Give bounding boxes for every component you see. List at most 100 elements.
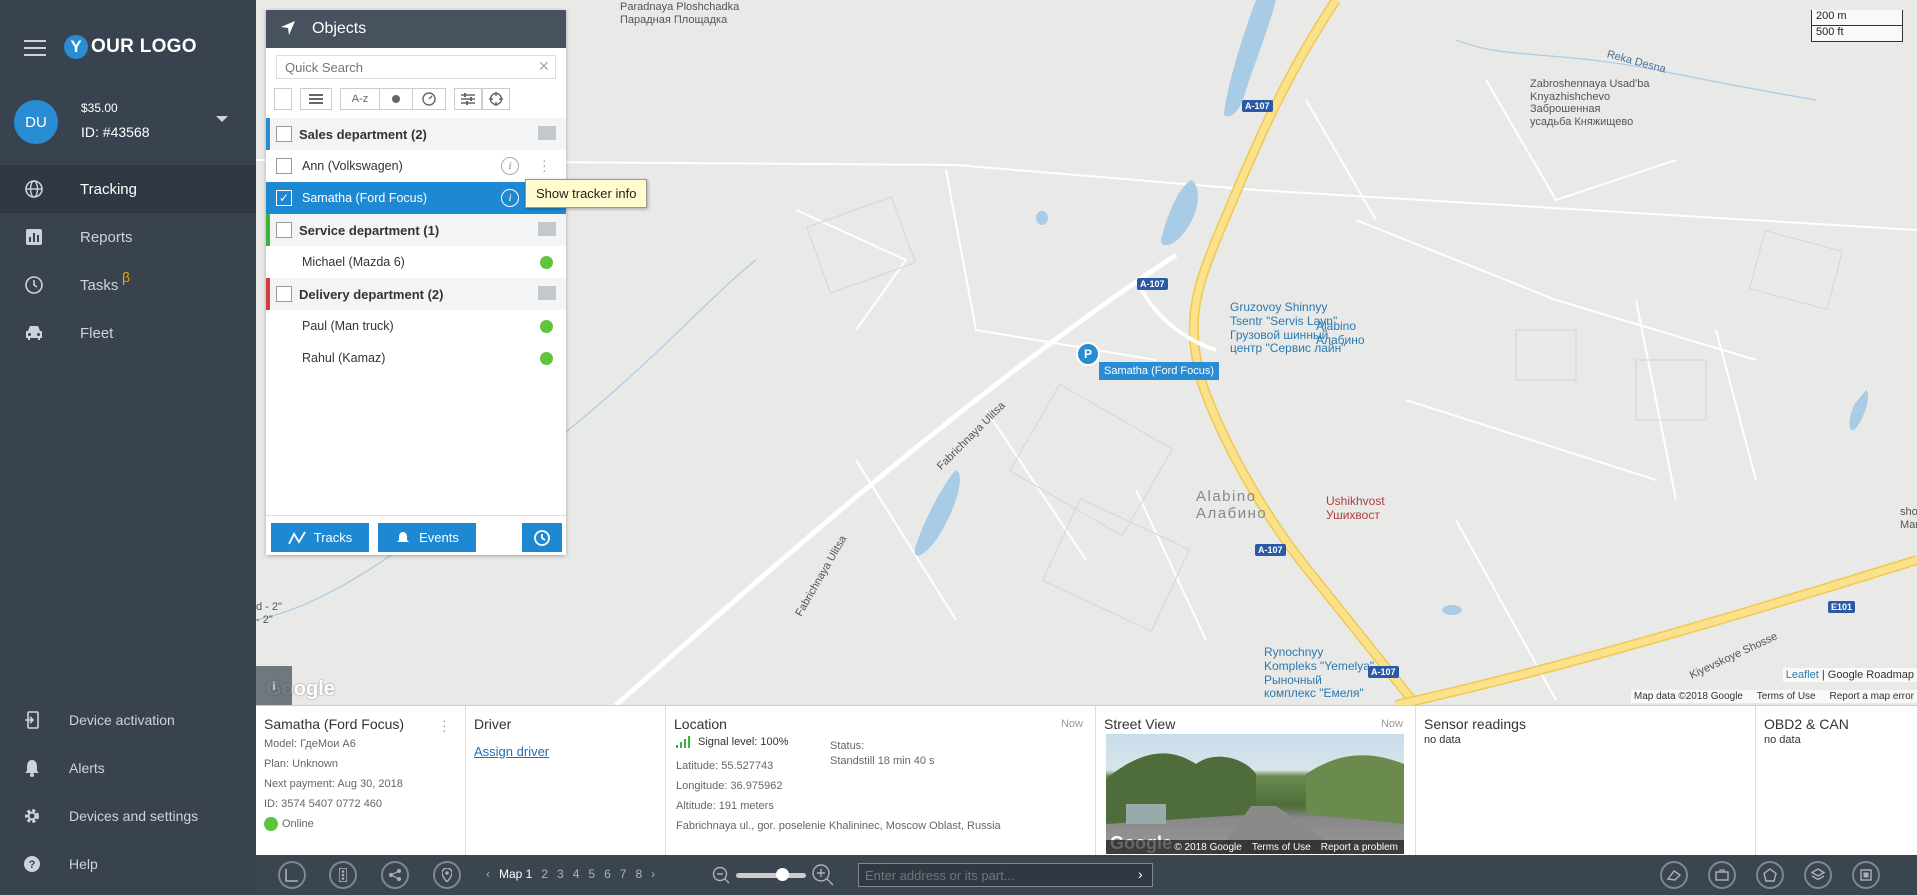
object-row-rahul[interactable]: Rahul (Kamaz) (266, 342, 566, 374)
obd-value: no data (1764, 734, 1801, 746)
layers-icon[interactable] (1804, 861, 1832, 889)
nav-item-device-activation[interactable]: Device activation (0, 700, 256, 740)
pager-prev-icon[interactable]: ‹ (486, 867, 490, 881)
pager-current[interactable]: Map 1 (499, 867, 532, 881)
nav-item-tasks[interactable]: Tasks β (0, 261, 256, 309)
obd-title: OBD2 & CAN (1764, 716, 1849, 732)
altitude: Altitude: 191 meters (676, 800, 774, 812)
more-vertical-icon[interactable]: · · · (542, 153, 547, 177)
pager-page[interactable]: 3 (557, 867, 564, 881)
close-icon[interactable]: ✕ (538, 58, 550, 75)
street-view-image[interactable]: Google © 2018 Google Terms of Use Report… (1106, 734, 1404, 854)
reports-icon (24, 227, 44, 247)
street-view-report-link[interactable]: Report a problem (1321, 842, 1398, 853)
nav-item-devices-settings[interactable]: Devices and settings (0, 796, 256, 836)
list-view-icon[interactable] (300, 88, 332, 110)
group-checkbox[interactable] (276, 286, 292, 302)
select-all-checkbox[interactable] (274, 88, 292, 110)
object-checkbox[interactable] (276, 158, 292, 174)
nav-item-alerts[interactable]: Alerts (0, 748, 256, 788)
ruler-icon[interactable] (278, 861, 306, 889)
pager-page[interactable]: 8 (635, 867, 642, 881)
crosshair-icon[interactable] (482, 88, 510, 110)
logo: Y OUR LOGO (64, 35, 197, 59)
device-activation-icon (22, 710, 42, 730)
group-row-service[interactable]: Service department (1) (266, 214, 566, 246)
leaflet-link[interactable]: Leaflet (1786, 669, 1819, 681)
pentagon-icon[interactable] (1756, 861, 1784, 889)
group-menu-icon[interactable] (538, 286, 556, 300)
nav-item-tracking[interactable]: Tracking (0, 165, 256, 213)
zoom-slider-handle[interactable] (776, 868, 789, 881)
longitude: Longitude: 36.975962 (676, 780, 783, 792)
group-checkbox[interactable] (276, 222, 292, 238)
location-pin-icon[interactable] (433, 861, 461, 889)
tracks-button[interactable]: Tracks (271, 523, 369, 552)
group-row-sales[interactable]: Sales department (2) (266, 118, 566, 150)
status-value: Standstill 18 min 40 s (830, 755, 935, 767)
group-row-delivery[interactable]: Delivery department (2) (266, 278, 566, 310)
location-now: Now (1060, 718, 1083, 730)
nav-item-fleet[interactable]: Fleet (0, 309, 256, 357)
share-icon[interactable] (381, 861, 409, 889)
tooltip-show-tracker-info: Show tracker info (525, 179, 648, 208)
online-status-dot (540, 256, 553, 269)
sort-status-icon[interactable] (379, 88, 413, 110)
group-menu-icon[interactable] (538, 126, 556, 140)
briefcase-icon[interactable] (1708, 861, 1736, 889)
tracker-id: ID: 3574 5407 0772 460 (264, 798, 383, 810)
parking-marker[interactable]: P (1076, 342, 1100, 366)
fullscreen-icon[interactable] (1852, 861, 1880, 889)
group-checkbox[interactable] (276, 126, 292, 142)
map-terms-link[interactable]: Terms of Use (1757, 691, 1816, 702)
sensor-readings-title: Sensor readings (1424, 716, 1526, 732)
scale-meters: 200 m (1811, 10, 1903, 26)
filter-settings-icon[interactable] (454, 88, 482, 110)
pager-page[interactable]: 4 (573, 867, 580, 881)
user-menu-chevron-down-icon[interactable] (216, 116, 228, 122)
assign-driver-link[interactable]: Assign driver (474, 744, 549, 759)
map-label-ushikhvost: Ushikhvost Ушихвост (1326, 494, 1385, 522)
tracker-map-label[interactable]: Samatha (Ford Focus) (1099, 362, 1220, 380)
object-checkbox-checked[interactable]: ✓ (276, 190, 292, 206)
street-view-terms-link[interactable]: Terms of Use (1252, 842, 1311, 853)
nav-item-help[interactable]: ? Help (0, 844, 256, 884)
eraser-icon[interactable] (1660, 861, 1688, 889)
chevron-right-icon[interactable]: › (1138, 866, 1143, 882)
pager-page[interactable]: 5 (588, 867, 595, 881)
info-icon[interactable]: i (501, 157, 519, 175)
traffic-light-icon[interactable] (329, 861, 357, 889)
avatar[interactable]: DU (14, 100, 58, 144)
history-icon[interactable] (522, 523, 562, 552)
nav-label: Reports (80, 228, 133, 246)
group-color-bar (266, 214, 270, 246)
pager-next-icon[interactable]: › (651, 867, 655, 881)
object-row-samatha[interactable]: ✓ Samatha (Ford Focus) i (266, 182, 566, 214)
map-info-icon[interactable]: i (256, 666, 292, 705)
more-vertical-icon[interactable]: · · · (442, 713, 447, 737)
sort-speed-icon[interactable] (412, 88, 446, 110)
pager-page[interactable]: 7 (620, 867, 627, 881)
zoom-slider[interactable] (736, 873, 806, 878)
beta-badge: β (122, 269, 131, 285)
object-row-michael[interactable]: Michael (Mazda 6) (266, 246, 566, 278)
info-icon[interactable]: i (501, 189, 519, 207)
map-label-ploshchadka: Paradnaya Ploshchadka Парадная Площадка (620, 1, 740, 26)
pager-page[interactable]: 2 (541, 867, 548, 881)
pager-page[interactable]: 6 (604, 867, 611, 881)
events-button[interactable]: Events (378, 523, 476, 552)
object-row-paul[interactable]: Paul (Man truck) (266, 310, 566, 342)
signal-text: Signal level: 100% (698, 736, 789, 748)
address-search-input[interactable] (858, 863, 1153, 887)
sidebar: Y OUR LOGO DU $35.00 ID: #43568 Tracking… (0, 0, 256, 895)
group-name: Delivery department (2) (299, 286, 444, 302)
zoom-out-icon[interactable] (712, 866, 730, 887)
nav-item-reports[interactable]: Reports (0, 213, 256, 261)
group-menu-icon[interactable] (538, 222, 556, 236)
object-row-ann[interactable]: Ann (Volkswagen) i · · · (266, 150, 566, 182)
quick-search-input[interactable] (276, 55, 556, 79)
zoom-in-icon[interactable] (812, 864, 834, 889)
report-map-error-link[interactable]: Report a map error (1830, 691, 1914, 702)
sort-az-button[interactable]: A-z (340, 88, 380, 110)
hamburger-menu-icon[interactable] (24, 40, 46, 56)
